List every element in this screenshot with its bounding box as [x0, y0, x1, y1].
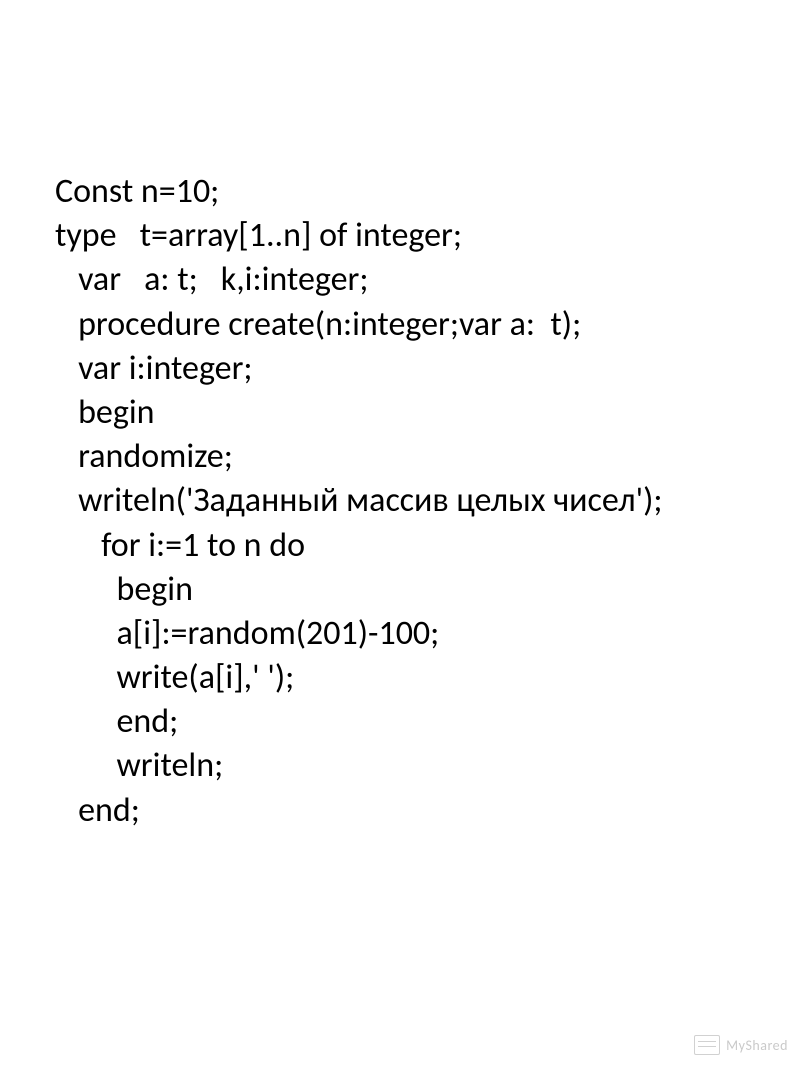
- watermark: MyShared: [694, 1035, 788, 1055]
- watermark-text: MyShared: [726, 1037, 788, 1054]
- slide-body: Const n=10; type t=array[1..n] of intege…: [0, 0, 800, 1067]
- slides-icon: [694, 1035, 720, 1055]
- code-block: Const n=10; type t=array[1..n] of intege…: [55, 170, 745, 833]
